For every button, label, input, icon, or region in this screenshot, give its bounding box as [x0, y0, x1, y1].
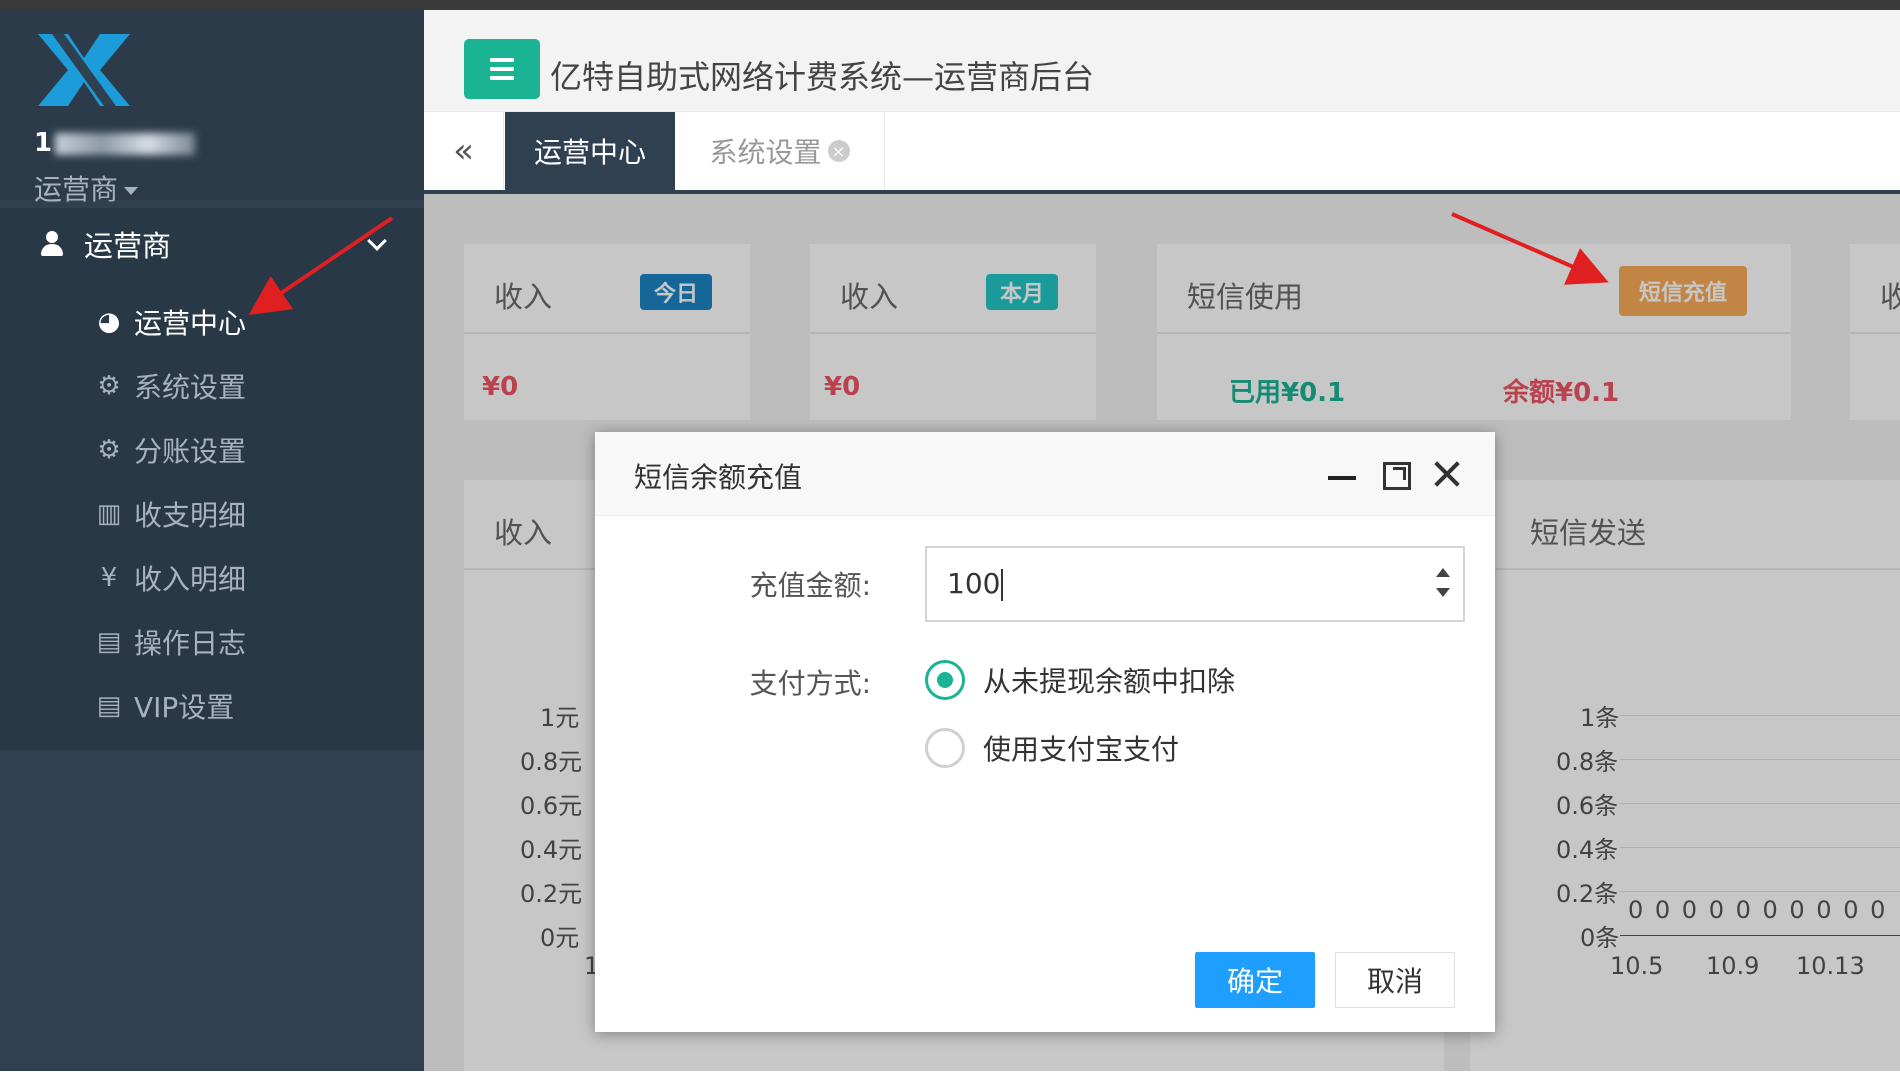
page-title: 亿特自助式网络计费系统—运营商后台 [550, 58, 1095, 96]
nav-group: 运营商 ◕ 运营中心 ⚙ 系统设置 ⚙ 分账设置 ▥ 收支明细 ¥ 收入明细 ▤… [0, 208, 424, 750]
radio-checked[interactable] [925, 660, 965, 700]
radio-unchecked[interactable] [925, 728, 965, 768]
minimize-icon[interactable] [1328, 476, 1356, 480]
sidebar: 1 运营商 运营商 ◕ 运营中心 ⚙ 系统设置 ⚙ 分账设置 ▥ 收支明细 ¥ … [0, 10, 424, 1071]
tab-system-settings[interactable]: 系统设置 × [675, 112, 885, 190]
nav-group-header[interactable]: 运营商 [0, 208, 424, 280]
dialog-header: 短信余额充值 [595, 432, 1495, 516]
document-icon: ▤ [96, 627, 122, 657]
sidebar-item-operation-log[interactable]: ▤ 操作日志 [0, 610, 424, 674]
document-icon: ▤ [96, 691, 122, 721]
nav-list: ◕ 运营中心 ⚙ 系统设置 ⚙ 分账设置 ▥ 收支明细 ¥ 收入明细 ▤ 操作日… [0, 290, 424, 738]
tab-operations-center[interactable]: 运营中心 [505, 112, 675, 190]
payment-option-balance[interactable]: 从未提现余额中扣除 [925, 660, 1235, 700]
sidebar-item-vip-settings[interactable]: ▤ VIP设置 [0, 674, 424, 738]
gears-icon: ⚙ [97, 371, 121, 401]
user-id: 1 [34, 128, 196, 158]
amount-input[interactable]: 100 [925, 546, 1465, 622]
sidebar-item-income-detail[interactable]: ¥ 收入明细 [0, 546, 424, 610]
tab-bar: « 运营中心 系统设置 × [424, 112, 1900, 194]
top-header: 亿特自助式网络计费系统—运营商后台 [424, 10, 1900, 112]
spinner-up-icon[interactable] [1436, 568, 1450, 577]
sidebar-item-income-expense[interactable]: ▥ 收支明细 [0, 482, 424, 546]
chevron-down-icon [367, 231, 387, 251]
confirm-button[interactable]: 确定 [1195, 952, 1315, 1008]
menu-toggle-button[interactable] [464, 39, 540, 99]
profile-panel: 1 运营商 [0, 10, 424, 206]
sms-recharge-dialog: 短信余额充值 充值金额: 100 支付方式: 从未提现余额中扣除 使用支付宝支付… [595, 432, 1495, 1032]
sidebar-item-system-settings[interactable]: ⚙ 系统设置 [0, 354, 424, 418]
tab-close-icon[interactable]: × [827, 140, 850, 162]
dashboard-icon: ◕ [97, 307, 121, 337]
maximize-icon[interactable] [1383, 462, 1411, 490]
gears-icon: ⚙ [97, 435, 121, 465]
close-icon[interactable] [1431, 458, 1463, 490]
spinner-down-icon[interactable] [1436, 588, 1450, 597]
payment-method-label: 支付方式: [749, 667, 871, 700]
bar-chart-icon: ▥ [96, 499, 122, 529]
cancel-button[interactable]: 取消 [1335, 952, 1455, 1008]
nav-group-label: 运营商 [84, 229, 172, 263]
number-spinner[interactable] [1433, 568, 1453, 604]
yen-icon: ¥ [100, 563, 118, 593]
user-icon [40, 231, 64, 257]
sidebar-item-split-settings[interactable]: ⚙ 分账设置 [0, 418, 424, 482]
caret-down-icon [124, 187, 139, 195]
dialog-title: 短信余额充值 [634, 461, 803, 494]
tabs-scroll-left-button[interactable]: « [424, 112, 504, 190]
top-strip [0, 0, 1900, 10]
sidebar-item-operations-center[interactable]: ◕ 运营中心 [0, 290, 424, 354]
logo-icon [38, 34, 130, 106]
role-dropdown[interactable]: 运营商 [34, 168, 139, 208]
amount-label: 充值金额: [749, 569, 871, 602]
payment-option-alipay[interactable]: 使用支付宝支付 [925, 728, 1179, 768]
